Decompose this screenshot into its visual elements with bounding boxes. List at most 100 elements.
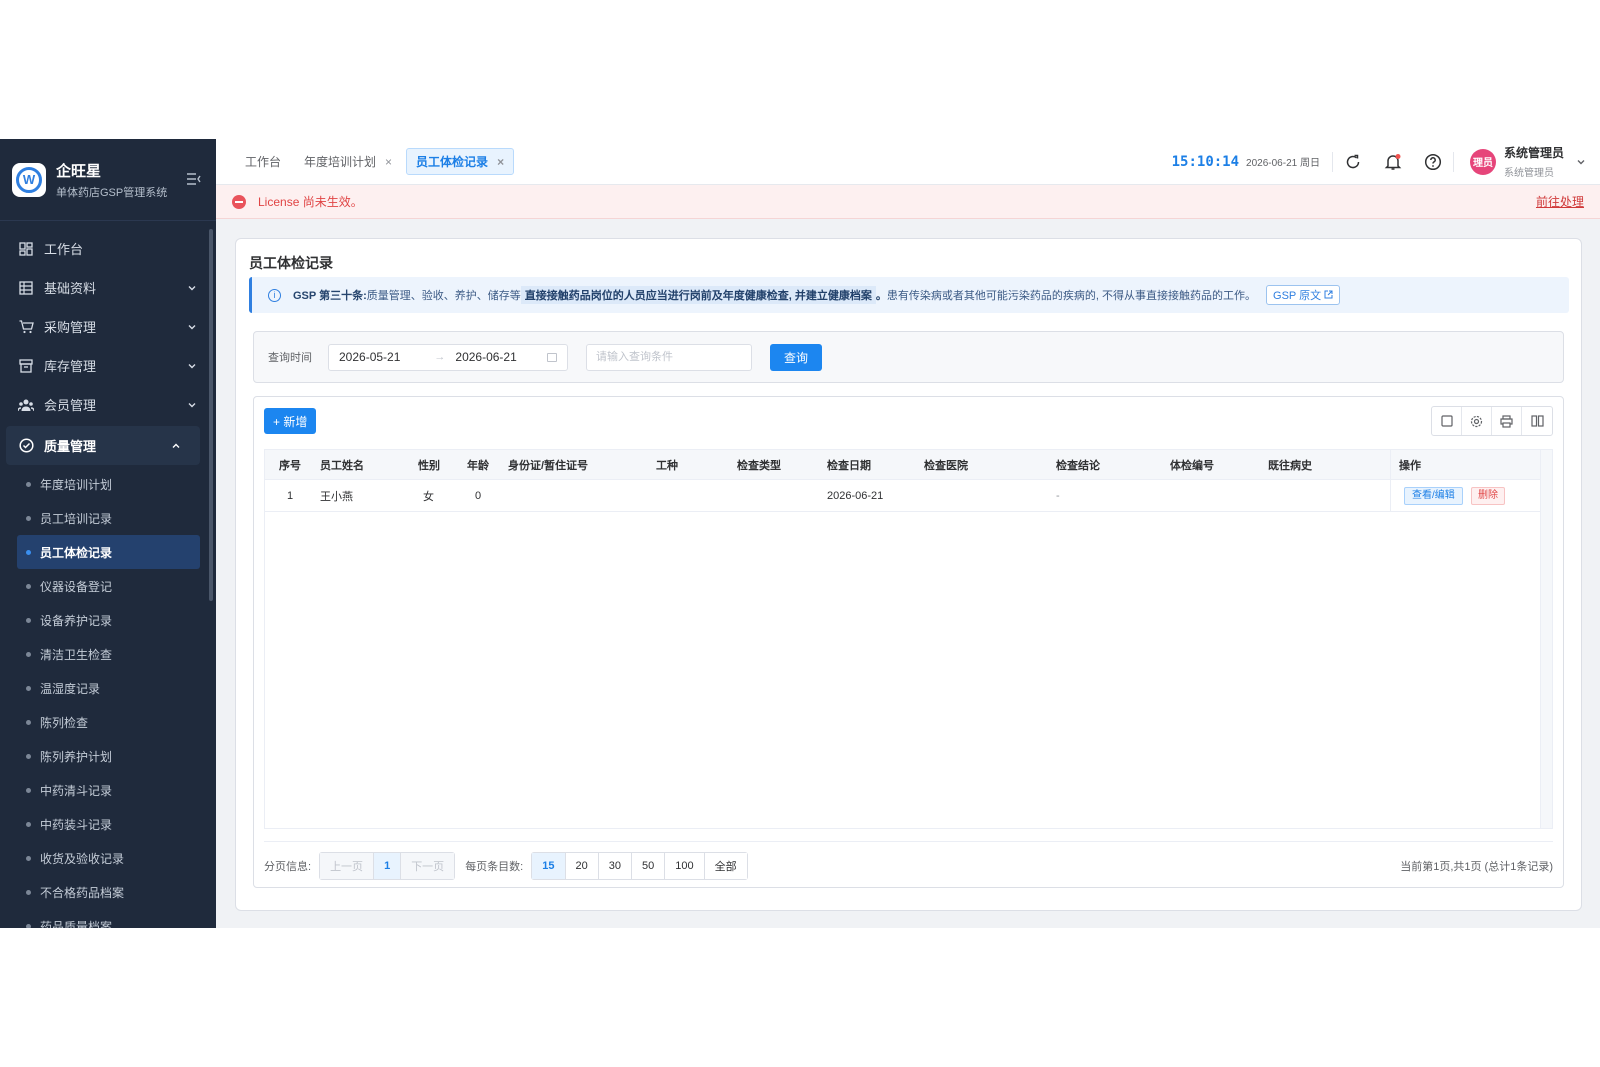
search-input[interactable] — [586, 343, 752, 371]
bullet-dot — [26, 515, 31, 521]
delete-button[interactable]: 删除 — [1471, 487, 1505, 505]
page-title: 员工体检记录 — [249, 255, 333, 271]
sidebar-sub-item-display-plan[interactable]: 陈列养护计划 — [0, 739, 216, 773]
bullet-dot — [26, 617, 31, 623]
sidebar-sub-item-training-record[interactable]: 员工培训记录 — [0, 501, 216, 535]
col-age: 年龄 — [467, 459, 489, 472]
sidebar-sub-item-annual-training[interactable]: 年度培训计划 — [0, 467, 216, 501]
sidebar-sub-item-receiving[interactable]: 收货及验收记录 — [0, 841, 216, 875]
cart-icon — [18, 319, 34, 335]
sub-item-label: 清洁卫生检查 — [40, 647, 113, 662]
sidebar-item-dashboard[interactable]: 工作台 — [0, 229, 216, 268]
pager-summary: 当前第1页,共1页 (总计1条记录) — [1400, 860, 1553, 873]
page-size-15[interactable]: 15 — [532, 852, 566, 879]
chevron-down-icon — [1577, 159, 1585, 164]
records-panel: + 新增 序号 员工姓名 性别 年龄 身份证/暂住证号 工种 检查类型 检查日期… — [253, 396, 1564, 888]
page-size-all[interactable]: 全部 — [704, 852, 747, 879]
cell-age: 0 — [475, 489, 482, 502]
next-page-button[interactable]: 下一页 — [401, 852, 455, 879]
sidebar-sub-item-herb-load[interactable]: 中药装斗记录 — [0, 807, 216, 841]
logo-letter: W — [16, 166, 42, 193]
col-gender: 性别 — [418, 459, 440, 472]
sidebar-sub-item-cleaning[interactable]: 清洁卫生检查 — [0, 637, 216, 671]
sidebar-scrollbar[interactable] — [209, 229, 213, 601]
sidebar-sub-item-display-check[interactable]: 陈列检查 — [0, 705, 216, 739]
gsp-notice: i GSP 第三十条: 质量管理、验收、养护、储存等 直接接触药品岗位的人员应当… — [249, 277, 1569, 313]
sidebar-sub-item-equipment-maintenance[interactable]: 设备养护记录 — [0, 603, 216, 637]
chevron-down-icon — [188, 402, 196, 407]
settings-icon[interactable] — [1462, 407, 1492, 435]
pagination: 分页信息: 上一页 1 下一页 每页条目数: 15 20 30 50 100 全… — [264, 841, 1553, 881]
refresh-icon[interactable] — [1333, 142, 1373, 182]
close-icon[interactable]: × — [497, 155, 504, 169]
tab-health-check[interactable]: 员工体检记录 × — [406, 148, 515, 175]
col-date: 检查日期 — [827, 459, 871, 472]
sidebar-item-inventory[interactable]: 库存管理 — [0, 346, 216, 385]
col-type: 检查类型 — [737, 459, 781, 472]
sidebar: W 企旺星 单体药店GSP管理系统 工作台 基础资料 采购管理 库存管理 会员管… — [0, 139, 216, 928]
gsp-link-label: GSP 原文 — [1273, 290, 1322, 302]
bullet-dot — [26, 821, 31, 827]
sidebar-item-members[interactable]: 会员管理 — [0, 385, 216, 424]
date-start: 2026-05-21 — [339, 350, 401, 364]
collapse-sidebar-icon[interactable] — [184, 170, 204, 190]
sub-item-label: 收货及验收记录 — [40, 851, 125, 866]
sidebar-item-basic-data[interactable]: 基础资料 — [0, 268, 216, 307]
query-button[interactable]: 查询 — [770, 343, 823, 371]
gsp-original-link[interactable]: GSP 原文 — [1266, 285, 1341, 305]
col-job: 工种 — [656, 459, 678, 472]
page-size-20[interactable]: 20 — [565, 852, 599, 879]
fullscreen-icon[interactable] — [1432, 407, 1462, 435]
close-icon[interactable]: × — [385, 155, 392, 169]
sub-item-label: 设备养护记录 — [40, 613, 113, 628]
sidebar-sub-item-equipment[interactable]: 仪器设备登记 — [0, 569, 216, 603]
tab-label: 年度培训计划 — [304, 155, 377, 169]
sidebar-item-quality[interactable]: 质量管理 — [6, 426, 200, 465]
license-message: License 尚未生效。 — [258, 195, 363, 209]
page-size-100[interactable]: 100 — [665, 852, 705, 879]
bell-icon[interactable] — [1373, 142, 1413, 182]
sidebar-sub-item-quality-archive[interactable]: 药品质量档案 — [0, 909, 216, 928]
chevron-up-icon — [172, 443, 180, 448]
sidebar-sub-item-nonconforming[interactable]: 不合格药品档案 — [0, 875, 216, 909]
sidebar-item-label: 采购管理 — [44, 320, 97, 335]
columns-icon[interactable] — [1522, 407, 1552, 435]
bullet-dot — [26, 787, 31, 793]
page-button-current[interactable]: 1 — [374, 852, 402, 879]
page-size-30[interactable]: 30 — [598, 852, 632, 879]
sub-item-label: 不合格药品档案 — [40, 885, 125, 900]
top-header: 工作台 年度培训计划 × 员工体检记录 × 15:10:14 2026-06-21 … — [216, 139, 1600, 185]
sidebar-sub-item-herb-clean[interactable]: 中药清斗记录 — [0, 773, 216, 807]
bullet-dot — [26, 855, 31, 861]
table-scrollbar[interactable] — [1540, 450, 1552, 828]
bullet-dot — [26, 719, 31, 725]
user-menu[interactable]: 理员 系统管理员 系统管理员 — [1454, 144, 1600, 179]
col-conclusion: 检查结论 — [1056, 459, 1100, 472]
col-index: 序号 — [279, 459, 301, 472]
content-card: 员工体检记录 i GSP 第三十条: 质量管理、验收、养护、储存等 直接接触药品… — [235, 238, 1582, 911]
error-icon — [232, 194, 246, 209]
grid-icon — [18, 280, 34, 296]
add-button[interactable]: + 新增 — [264, 408, 317, 434]
license-action-link[interactable]: 前往处理 — [1536, 193, 1584, 210]
tab-annual-training[interactable]: 年度培训计划 × — [295, 148, 401, 175]
view-edit-button[interactable]: 查看/编辑 — [1404, 487, 1463, 505]
page-size-50[interactable]: 50 — [632, 852, 666, 879]
pager-label: 分页信息: — [264, 860, 312, 873]
box-icon — [18, 358, 34, 374]
help-icon[interactable] — [1413, 142, 1453, 182]
print-icon[interactable] — [1492, 407, 1522, 435]
calendar-icon — [547, 352, 557, 362]
tab-dashboard[interactable]: 工作台 — [236, 148, 290, 175]
sub-item-label: 员工体检记录 — [40, 545, 113, 560]
sidebar-sub-item-temp-humidity[interactable]: 温湿度记录 — [0, 671, 216, 705]
clock-time: 15:10:14 — [1171, 153, 1240, 170]
prev-page-button[interactable]: 上一页 — [320, 852, 375, 879]
bullet-dot — [26, 923, 31, 928]
user-role: 系统管理员 — [1503, 168, 1554, 179]
sidebar-sub-item-health-check[interactable]: 员工体检记录 — [17, 535, 200, 569]
sub-item-label: 温湿度记录 — [40, 681, 101, 696]
bullet-dot — [26, 889, 31, 895]
date-range-picker[interactable]: 2026-05-21 → 2026-06-21 — [328, 343, 568, 371]
sidebar-item-purchase[interactable]: 采购管理 — [0, 307, 216, 346]
